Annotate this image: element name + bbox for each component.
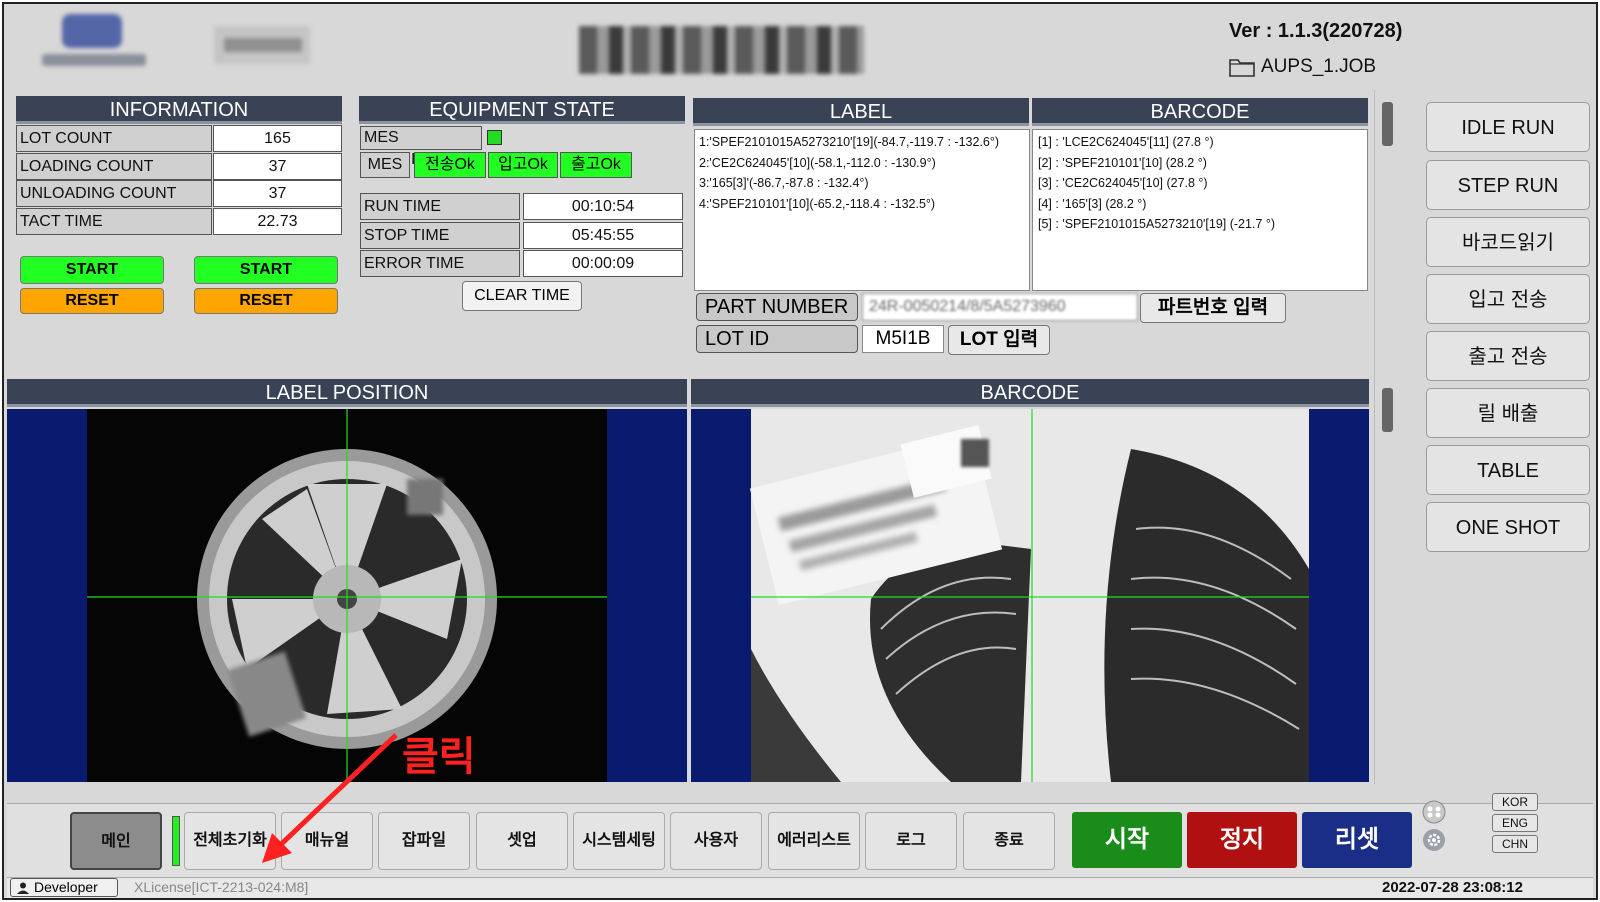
- barcode-result-line: [4] : '165'[3] (28.2 °): [1038, 196, 1147, 211]
- reset-button-right[interactable]: RESET: [194, 288, 338, 314]
- lang-kor-button[interactable]: KOR: [1492, 793, 1538, 811]
- inbound-send-button[interactable]: 입고 전송: [1426, 274, 1590, 324]
- barcode-camera-view[interactable]: [691, 409, 1369, 782]
- barcode-view-header: BARCODE: [691, 379, 1369, 407]
- reel-camera-image: [87, 409, 607, 782]
- user-icon: [17, 882, 29, 894]
- info-label: LOT COUNT: [16, 125, 212, 152]
- app-title: [579, 26, 864, 74]
- run-time-value: 00:10:54: [523, 193, 683, 220]
- mes-label: MES: [360, 152, 410, 178]
- header: Ver : 1.1.3(220728) AUPS_1.JOB: [4, 4, 1596, 90]
- version-label: Ver : 1.1.3(220728): [1229, 20, 1403, 42]
- folder-icon: [1229, 59, 1255, 77]
- license-info: XLicense[ICT-2213-024:M8]: [134, 879, 309, 895]
- outbound-send-button[interactable]: 출고 전송: [1426, 331, 1590, 381]
- info-label: UNLOADING COUNT: [16, 180, 212, 207]
- lang-eng-button[interactable]: ENG: [1492, 814, 1538, 832]
- brand-logo: [214, 26, 310, 64]
- stop-time-value: 05:45:55: [523, 222, 683, 249]
- barcode-result-line: [3] : 'CE2C624045'[10] (27.8 °): [1038, 176, 1208, 190]
- label-position-view[interactable]: [7, 409, 687, 782]
- company-logo: [42, 12, 146, 70]
- click-arrow-icon: [262, 733, 398, 863]
- part-number-field[interactable]: 24R-0050214/8/5A5273960: [862, 293, 1138, 321]
- tab-main[interactable]: 메인: [70, 812, 162, 870]
- ship-ok-chip: 출고Ok: [560, 152, 632, 178]
- barcode-result-line: [2] : 'SPEF210101'[10] (28.2 °): [1038, 155, 1207, 170]
- user-badge[interactable]: Developer: [10, 878, 118, 897]
- tab-error-list[interactable]: 에러리스트: [768, 812, 860, 870]
- start-button-right[interactable]: START: [194, 256, 338, 284]
- label-position-header: LABEL POSITION: [7, 379, 687, 407]
- job-file-info[interactable]: AUPS_1.JOB: [1229, 56, 1376, 78]
- lang-chn-button[interactable]: CHN: [1492, 835, 1538, 853]
- information-header: INFORMATION: [16, 96, 342, 124]
- label-header: LABEL: [693, 98, 1029, 126]
- stop-button[interactable]: 정지: [1187, 812, 1297, 868]
- label-result-line: 4:'SPEF210101'[10](-65.2,-118.4 : -132.5…: [699, 196, 936, 211]
- start-button-left[interactable]: START: [20, 256, 164, 284]
- barcode-camera-image: [749, 409, 1309, 782]
- read-barcode-button[interactable]: 바코드읽기: [1426, 217, 1590, 267]
- tab-log[interactable]: 로그: [865, 812, 957, 870]
- side-scroll-marker: [1382, 102, 1393, 146]
- label-result-line: 3:'165[3]'(-86.7,-87.8 : -132.4°): [699, 176, 869, 190]
- idle-run-button[interactable]: IDLE RUN: [1426, 102, 1590, 152]
- unloading-count-value: 37: [213, 180, 342, 207]
- barcode-result-line: [1] : 'LCE2C624045'[11] (27.8 °): [1038, 135, 1214, 149]
- barcode-results-list: [1] : 'LCE2C624045'[11] (27.8 °) [2] : '…: [1032, 129, 1368, 291]
- mes-connect-label: MES CONNECT: [360, 126, 482, 168]
- info-label: TACT TIME: [16, 208, 212, 235]
- part-number-input-button[interactable]: 파트번호 입력: [1140, 293, 1286, 323]
- palette-icon[interactable]: [1422, 800, 1446, 824]
- datetime-display: 2022-07-28 23:08:12: [1382, 879, 1523, 896]
- part-number-label: PART NUMBER: [696, 293, 858, 321]
- start-button[interactable]: 시작: [1072, 812, 1182, 868]
- stop-time-label: STOP TIME: [360, 222, 520, 249]
- tab-setup[interactable]: 셋업: [476, 812, 568, 870]
- lot-count-value: 165: [213, 125, 342, 152]
- tab-exit[interactable]: 종료: [963, 812, 1055, 870]
- error-time-value: 00:00:09: [523, 250, 683, 277]
- tab-system-settings[interactable]: 시스템세팅: [573, 812, 665, 870]
- clear-time-button[interactable]: CLEAR TIME: [462, 281, 582, 311]
- settings-gear-icon[interactable]: [1422, 828, 1446, 852]
- send-ok-chip: 전송Ok: [414, 152, 486, 178]
- table-up-down-button[interactable]: TABLE UP/DOWN: [1426, 445, 1590, 532]
- app-window: Ver : 1.1.3(220728) AUPS_1.JOB INFORMATI…: [2, 2, 1598, 900]
- side-scroll-marker: [1382, 388, 1393, 432]
- click-annotation-label: 클릭: [402, 735, 476, 779]
- reset-button-left[interactable]: RESET: [20, 288, 164, 314]
- mes-connect-indicator: [487, 130, 502, 145]
- label-result-line: 2:'CE2C624045'[10](-58.1,-112.0 : -130.9…: [699, 155, 936, 170]
- loading-count-value: 37: [213, 153, 342, 180]
- equipment-state-header: EQUIPMENT STATE: [359, 96, 685, 124]
- label-results-list: 1:'SPEF2101015A5273210'[19](-84.7,-119.7…: [694, 129, 1030, 291]
- info-label: LOADING COUNT: [16, 153, 212, 180]
- lot-id-field[interactable]: M5I1B: [862, 325, 944, 353]
- tab-user[interactable]: 사용자: [670, 812, 762, 870]
- receive-ok-chip: 입고Ok: [488, 152, 558, 178]
- error-time-label: ERROR TIME: [360, 250, 520, 277]
- one-shot-button[interactable]: ONE SHOT: [1426, 502, 1590, 552]
- reel-eject-button[interactable]: 릴 배출: [1426, 388, 1590, 438]
- tact-time-value: 22.73: [213, 208, 342, 235]
- lot-id-label: LOT ID: [696, 325, 858, 353]
- status-indicator: [172, 816, 180, 866]
- barcode-list-header: BARCODE: [1032, 98, 1368, 126]
- job-file-name: AUPS_1.JOB: [1261, 56, 1377, 77]
- barcode-result-line: [5] : 'SPEF2101015A5273210'[19] (-21.7 °…: [1038, 217, 1276, 231]
- reset-button[interactable]: 리셋: [1302, 812, 1412, 868]
- user-name: Developer: [34, 879, 98, 895]
- step-run-button[interactable]: STEP RUN: [1426, 160, 1590, 210]
- lot-input-button[interactable]: LOT 입력: [948, 325, 1050, 355]
- label-result-line: 1:'SPEF2101015A5273210'[19](-84.7,-119.7…: [699, 135, 1000, 149]
- run-time-label: RUN TIME: [360, 193, 520, 220]
